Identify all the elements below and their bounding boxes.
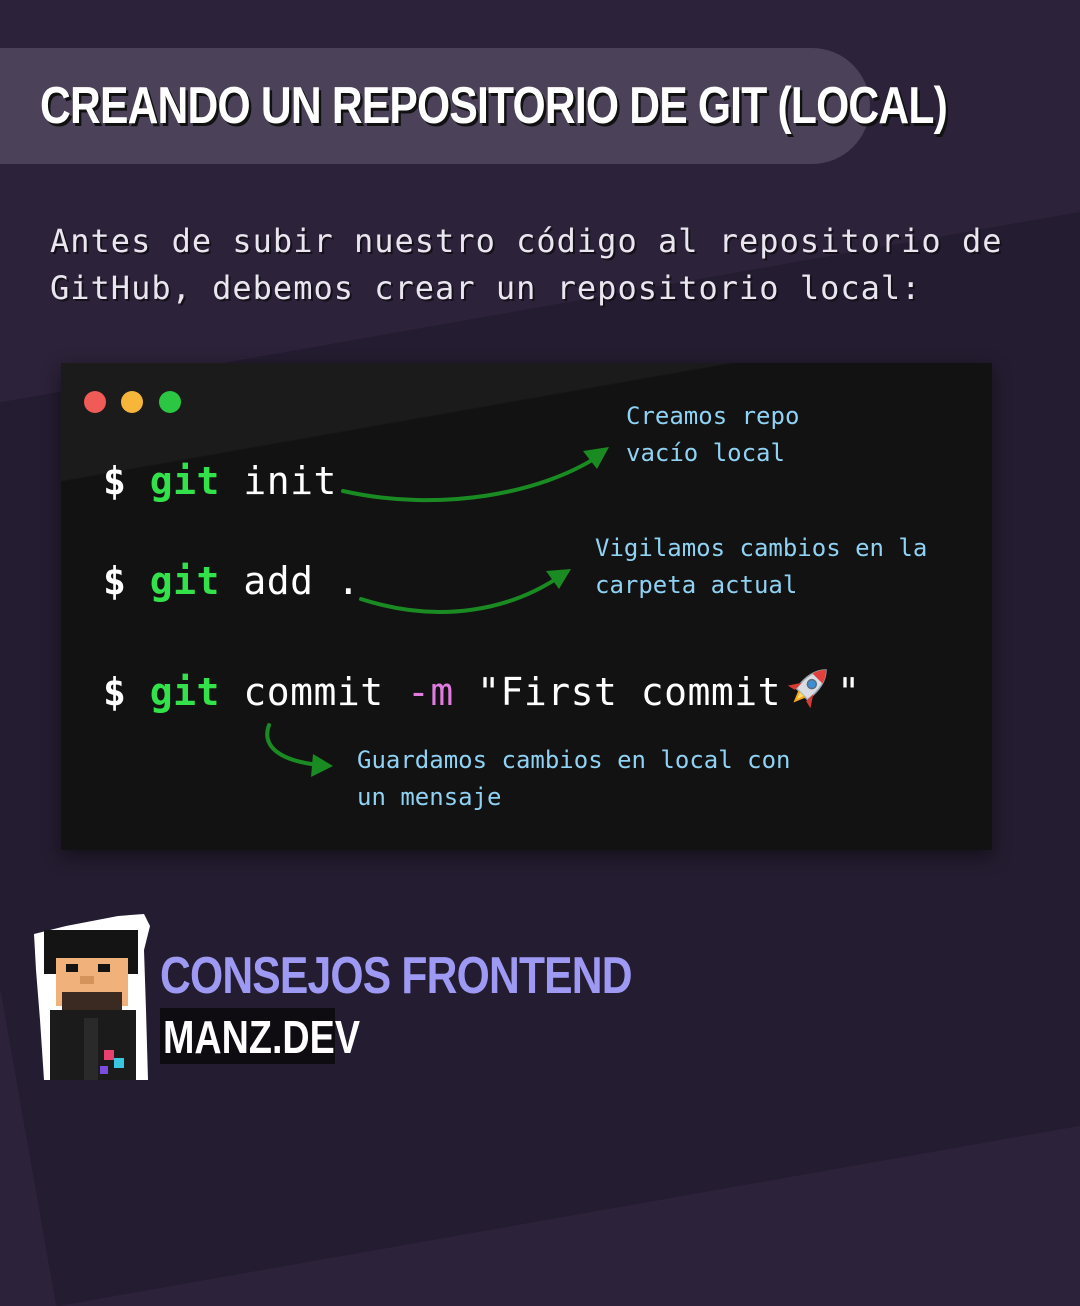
arrowhead-init — [583, 447, 609, 469]
page-title: CREANDO UN REPOSITORIO DE GIT (LOCAL) — [40, 77, 948, 135]
brand-title: CONSEJOS FRONTEND — [160, 947, 633, 1005]
arrowhead-add — [546, 569, 571, 589]
terminal-window: $ git init $ git add . $ git commit -m "… — [61, 363, 992, 850]
arrow-commit — [265, 723, 321, 767]
annotation-arrows — [265, 447, 609, 777]
brand-site: MANZ.DEV — [163, 1011, 360, 1063]
arrow-init — [341, 455, 599, 503]
pixel-avatar-icon — [34, 914, 150, 1080]
arrow-add — [359, 575, 561, 614]
intro-text: Antes de subir nuestro código al reposit… — [50, 222, 1003, 307]
arrowhead-commit — [311, 754, 333, 777]
